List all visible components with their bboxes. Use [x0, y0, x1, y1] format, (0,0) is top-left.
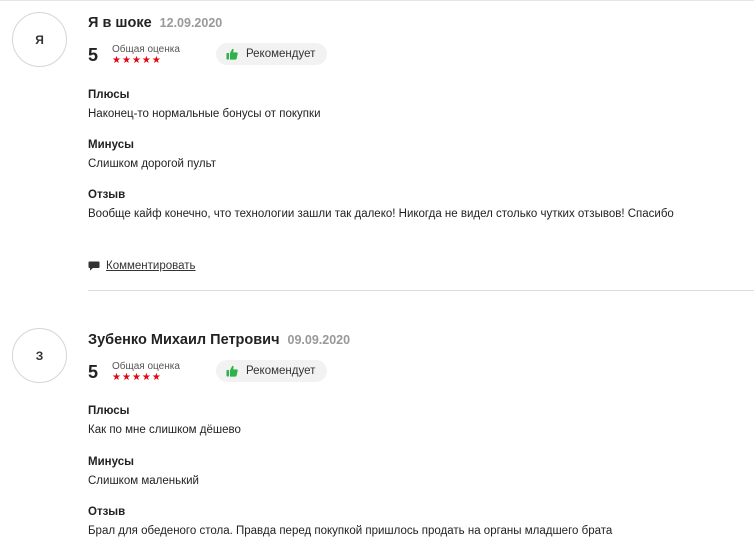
rating-block: Общая оценка ★ ★ ★ ★ ★: [112, 44, 180, 66]
review-text: Вообще кайф конечно, что технологии зашл…: [88, 208, 674, 220]
star-icon: ★: [131, 372, 141, 383]
top-border: [0, 0, 754, 1]
star-rating: ★ ★ ★ ★ ★: [112, 56, 180, 66]
recommend-badge: Рекомендует: [216, 360, 328, 382]
comment-label[interactable]: Комментировать: [106, 260, 196, 272]
speech-bubble-icon: [88, 261, 100, 271]
overall-score: 5: [88, 361, 99, 382]
star-icon: ★: [151, 55, 161, 66]
star-icon: ★: [112, 372, 121, 383]
pros-title: Плюсы: [88, 405, 130, 417]
rating-row: 5 Общая оценка ★ ★ ★ ★ ★: [88, 361, 180, 383]
review-divider: [88, 290, 754, 291]
recommend-badge: Рекомендует: [216, 43, 328, 65]
review-header: Я в шоке 12.09.2020: [88, 15, 222, 31]
cons-text: Слишком маленький: [88, 475, 199, 487]
cons-text: Слишком дорогой пульт: [88, 158, 216, 170]
star-icon: ★: [121, 55, 131, 66]
star-icon: ★: [131, 55, 141, 66]
cons-title: Минусы: [88, 139, 134, 151]
pros-text: Наконец-то нормальные бонусы от покупки: [88, 108, 321, 120]
rating-label: Общая оценка: [112, 44, 180, 55]
avatar-letter: З: [35, 348, 44, 363]
author-name: Зубенко Михаил Петрович: [88, 332, 280, 348]
pros-title: Плюсы: [88, 89, 130, 101]
review-title: Отзыв: [88, 506, 126, 518]
star-icon: ★: [141, 372, 151, 383]
overall-score: 5: [88, 44, 99, 65]
review-title: Отзыв: [88, 189, 126, 201]
recommend-label: Рекомендует: [246, 48, 316, 60]
avatar: З: [12, 328, 67, 383]
thumbs-up-icon: [226, 48, 238, 60]
review-header: Зубенко Михаил Петрович 09.09.2020: [88, 332, 350, 348]
star-icon: ★: [141, 55, 151, 66]
pros-text: Как по мне слишком дёшево: [88, 424, 241, 436]
star-icon: ★: [112, 55, 121, 66]
author-name: Я в шоке: [88, 15, 152, 31]
avatar: Я: [12, 12, 67, 67]
review-text: Брал для обеденого стола. Правда перед п…: [88, 525, 613, 537]
star-icon: ★: [151, 372, 161, 383]
rating-row: 5 Общая оценка ★ ★ ★ ★ ★: [88, 44, 180, 66]
comment-link[interactable]: Комментировать: [88, 260, 196, 272]
thumbs-up-icon: [226, 365, 238, 377]
review-date: 09.09.2020: [287, 333, 351, 347]
review-date: 12.09.2020: [159, 16, 223, 30]
cons-title: Минусы: [88, 456, 134, 468]
rating-block: Общая оценка ★ ★ ★ ★ ★: [112, 361, 180, 383]
rating-label: Общая оценка: [112, 361, 180, 372]
star-rating: ★ ★ ★ ★ ★: [112, 373, 180, 383]
recommend-label: Рекомендует: [246, 365, 316, 377]
avatar-letter: Я: [35, 32, 44, 47]
star-icon: ★: [121, 372, 131, 383]
